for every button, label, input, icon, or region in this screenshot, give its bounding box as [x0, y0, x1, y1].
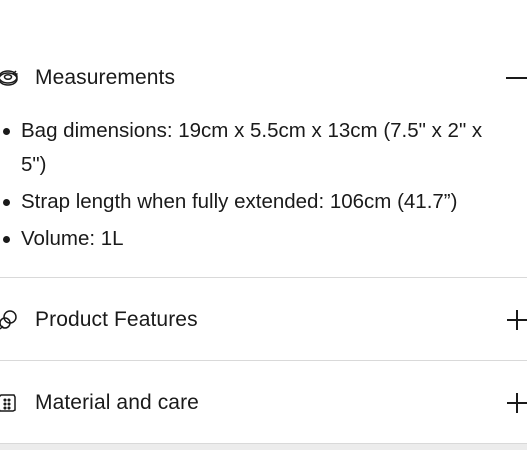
features-icon [0, 308, 20, 332]
measurements-list: Bag dimensions: 19cm x 5.5cm x 13cm (7.5… [0, 114, 527, 259]
list-item: Strap length when fully extended: 106cm … [0, 185, 527, 219]
accordion-header-measurements[interactable]: Measurements [0, 58, 527, 98]
accordion-header-product-features[interactable]: Product Features [0, 300, 527, 340]
tape-measure-icon [0, 66, 20, 90]
list-item: Bag dimensions: 19cm x 5.5cm x 13cm (7.5… [0, 114, 527, 182]
product-details-accordion: Measurements Bag dimensions: 19cm x 5.5c… [0, 0, 527, 450]
list-item: Volume: 1L [0, 222, 527, 256]
accordion-header-material-and-care[interactable]: Material and care [0, 383, 527, 423]
collapse-minus-icon[interactable] [503, 65, 527, 91]
accordion-title-material-and-care: Material and care [35, 391, 199, 414]
divider [0, 360, 527, 361]
bullet-icon [3, 199, 10, 206]
accordion-title-product-features: Product Features [35, 308, 198, 331]
bottom-band [0, 444, 527, 450]
expand-plus-icon[interactable] [503, 390, 527, 416]
bullet-icon [3, 128, 10, 135]
fabric-swatch-icon [0, 391, 20, 415]
expand-plus-icon[interactable] [503, 307, 527, 333]
bullet-icon [3, 236, 10, 243]
accordion-title-measurements: Measurements [35, 66, 176, 89]
divider [0, 277, 527, 278]
